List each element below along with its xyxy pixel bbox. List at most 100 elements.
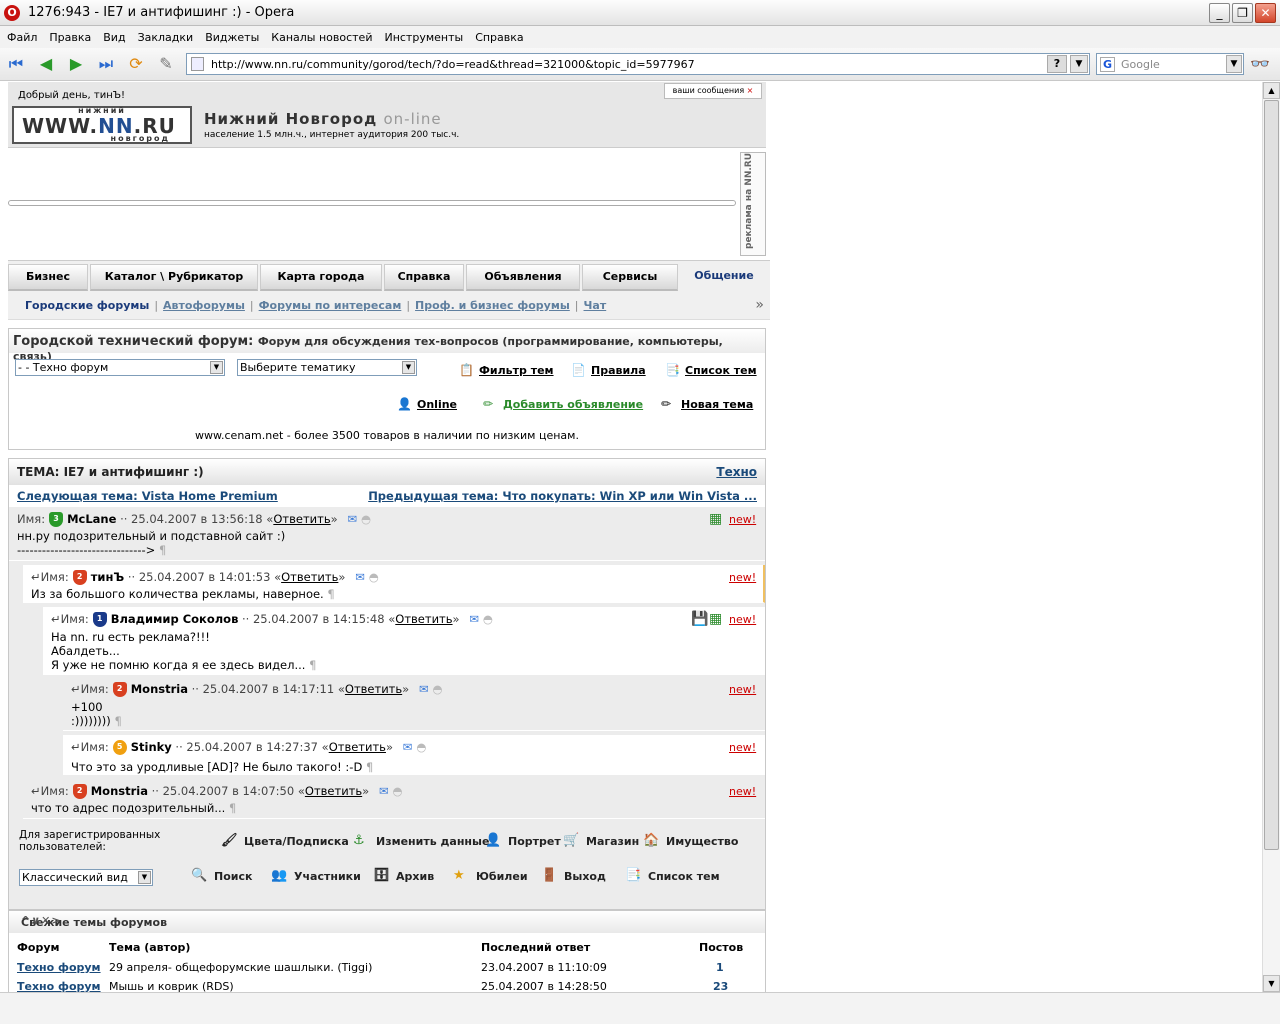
tab-map[interactable]: Карта города xyxy=(260,264,382,291)
mail-icon[interactable]: ✉ xyxy=(469,612,479,626)
search-dropdown-icon[interactable]: ▼ xyxy=(1226,55,1242,73)
ad-tag[interactable]: реклама на NN.RU xyxy=(740,152,766,256)
post-author[interactable]: Stinky xyxy=(131,740,172,754)
next-topic-link[interactable]: Следующая тема: Vista Home Premium xyxy=(17,489,278,503)
fast-forward-icon[interactable]: ⏭ xyxy=(94,54,118,74)
excel-icon[interactable]: ▦ xyxy=(709,511,722,527)
site-logo[interactable]: нижний WWW.NN.RU новгород xyxy=(12,106,192,144)
row-topic-link[interactable]: 29 апреля- общефорумские шашлыки. xyxy=(109,961,334,974)
rules-link[interactable]: 📄 Правила xyxy=(571,363,646,379)
reply-link[interactable]: Ответить xyxy=(329,740,386,754)
post-author[interactable]: Владимир Соколов xyxy=(111,612,239,626)
scroll-down-icon[interactable]: ▼ xyxy=(1263,975,1280,992)
post-author[interactable]: McLane xyxy=(67,512,116,526)
portrait-link[interactable]: 👤 Портрет xyxy=(485,833,561,851)
new-badge[interactable]: new! xyxy=(729,613,756,626)
menu-tools[interactable]: Инструменты xyxy=(379,31,468,44)
minimize-button[interactable]: _ xyxy=(1209,3,1230,23)
add-ad-link[interactable]: ✏ Добавить объявление xyxy=(483,397,643,413)
bubble-icon[interactable]: ◓ xyxy=(369,570,379,584)
forward-icon[interactable]: ▶ xyxy=(64,54,88,74)
tab-help[interactable]: Справка xyxy=(384,264,464,291)
shop-link[interactable]: 🛒 Магазин xyxy=(563,833,639,851)
subnav-auto-forums[interactable]: Автофорумы xyxy=(163,299,245,312)
scroll-thumb[interactable] xyxy=(1264,100,1279,850)
topics-list-link[interactable]: 📑 Список тем xyxy=(625,868,720,886)
search-link[interactable]: 🔍 Поиск xyxy=(191,868,252,886)
text-ad[interactable]: www.cenam.net - более 3500 товаров в нал… xyxy=(9,429,765,442)
post-author[interactable]: Monstria xyxy=(91,784,148,798)
excel-icon[interactable]: ▦ xyxy=(709,611,722,627)
back-icon[interactable]: ◀ xyxy=(34,54,58,74)
tab-community[interactable]: Общение xyxy=(680,264,768,291)
bubble-icon[interactable]: ◓ xyxy=(393,784,403,798)
search-box[interactable]: G Google ▼ xyxy=(1096,53,1244,75)
menu-feeds[interactable]: Каналы новостей xyxy=(266,31,377,44)
address-bar[interactable]: http://www.nn.ru/community/gorod/tech/?d… xyxy=(186,53,1090,75)
address-dropdown-icon[interactable]: ▼ xyxy=(1070,55,1088,73)
thread-category-link[interactable]: Техно xyxy=(716,465,757,479)
row-forum-link[interactable]: Техно форум xyxy=(17,961,101,974)
fresh-topics-controls[interactable]: ^∨✕> xyxy=(21,914,759,927)
menu-widgets[interactable]: Виджеты xyxy=(200,31,264,44)
property-link[interactable]: 🏠 Имущество xyxy=(643,833,738,851)
mail-icon[interactable]: ✉ xyxy=(419,682,429,696)
bubble-icon[interactable]: ◓ xyxy=(433,682,443,696)
subnav-business-forums[interactable]: Проф. и бизнес форумы xyxy=(415,299,570,312)
view-select[interactable]: Классический вид ▼ xyxy=(19,869,153,886)
zoom-glasses-icon[interactable]: 👓 xyxy=(1250,54,1270,73)
close-button[interactable]: ✕ xyxy=(1255,3,1276,23)
edit-icon[interactable]: ✎ xyxy=(154,54,178,74)
tab-catalog[interactable]: Каталог \ Рубрикатор xyxy=(90,264,258,291)
mail-icon[interactable]: ✉ xyxy=(355,570,365,584)
mail-icon[interactable]: ✉ xyxy=(403,740,413,754)
reply-link[interactable]: Ответить xyxy=(345,682,402,696)
new-topic-link[interactable]: ✏ Новая тема xyxy=(661,397,753,413)
bubble-icon[interactable]: ◓ xyxy=(416,740,426,754)
site-info-button[interactable]: ? xyxy=(1047,55,1067,73)
menu-help[interactable]: Справка xyxy=(470,31,528,44)
scroll-up-icon[interactable]: ▲ xyxy=(1263,82,1280,99)
subnav-interest-forums[interactable]: Форумы по интересам xyxy=(259,299,402,312)
subnav-chat[interactable]: Чат xyxy=(584,299,607,312)
edit-data-link[interactable]: ⚓ Изменить данные xyxy=(353,833,489,851)
save-icon[interactable]: 💾 xyxy=(691,611,708,627)
prev-topic-link[interactable]: Предыдущая тема: Что покупать: Win XP ил… xyxy=(368,489,757,503)
row-author-link[interactable]: Tiggi xyxy=(342,961,368,974)
row-author-link[interactable]: RDS xyxy=(206,980,229,992)
topic-select[interactable]: Выберите тематику ▼ xyxy=(237,359,417,376)
menu-bookmarks[interactable]: Закладки xyxy=(133,31,199,44)
address-url[interactable]: http://www.nn.ru/community/gorod/tech/?d… xyxy=(211,58,695,71)
reload-icon[interactable]: ⟳ xyxy=(124,54,148,74)
reply-link[interactable]: Ответить xyxy=(281,570,338,584)
new-badge[interactable]: new! xyxy=(729,741,756,754)
post-author[interactable]: Monstria xyxy=(131,682,188,696)
anniversaries-link[interactable]: ★ Юбилеи xyxy=(453,868,528,886)
new-badge[interactable]: new! xyxy=(729,683,756,696)
vertical-scrollbar[interactable]: ▲ ▼ xyxy=(1262,82,1280,992)
post-author[interactable]: тинЪ xyxy=(91,570,124,584)
tab-business[interactable]: Бизнес xyxy=(8,264,88,291)
menu-file[interactable]: Файл xyxy=(2,31,42,44)
rewind-icon[interactable]: ⏮ xyxy=(4,54,28,74)
forum-select[interactable]: - - Техно форум ▼ xyxy=(15,359,225,376)
online-link[interactable]: 👤 Online xyxy=(397,397,457,413)
row-topic-link[interactable]: Мышь и коврик xyxy=(109,980,199,992)
new-badge[interactable]: new! xyxy=(729,785,756,798)
maximize-button[interactable]: ❐ xyxy=(1232,3,1253,23)
reply-link[interactable]: Ответить xyxy=(395,612,452,626)
bubble-icon[interactable]: ◓ xyxy=(361,512,371,526)
colors-subscribe-link[interactable]: 🖌 Цвета/Подписка xyxy=(221,833,349,851)
mail-icon[interactable]: ✉ xyxy=(347,512,357,526)
archive-link[interactable]: 🗄 Архив xyxy=(373,868,434,886)
tab-ads[interactable]: Объявления xyxy=(466,264,580,291)
filter-topics-link[interactable]: 📋 Фильтр тем xyxy=(459,363,554,379)
menu-view[interactable]: Вид xyxy=(98,31,130,44)
menu-edit[interactable]: Правка xyxy=(44,31,96,44)
new-badge[interactable]: new! xyxy=(729,571,756,584)
new-badge[interactable]: new! xyxy=(729,513,756,526)
messages-button[interactable]: ваши сообщения xyxy=(664,83,762,99)
logout-link[interactable]: 🚪 Выход xyxy=(541,868,606,886)
google-icon[interactable]: G xyxy=(1100,57,1115,72)
members-link[interactable]: 👥 Участники xyxy=(271,868,361,886)
